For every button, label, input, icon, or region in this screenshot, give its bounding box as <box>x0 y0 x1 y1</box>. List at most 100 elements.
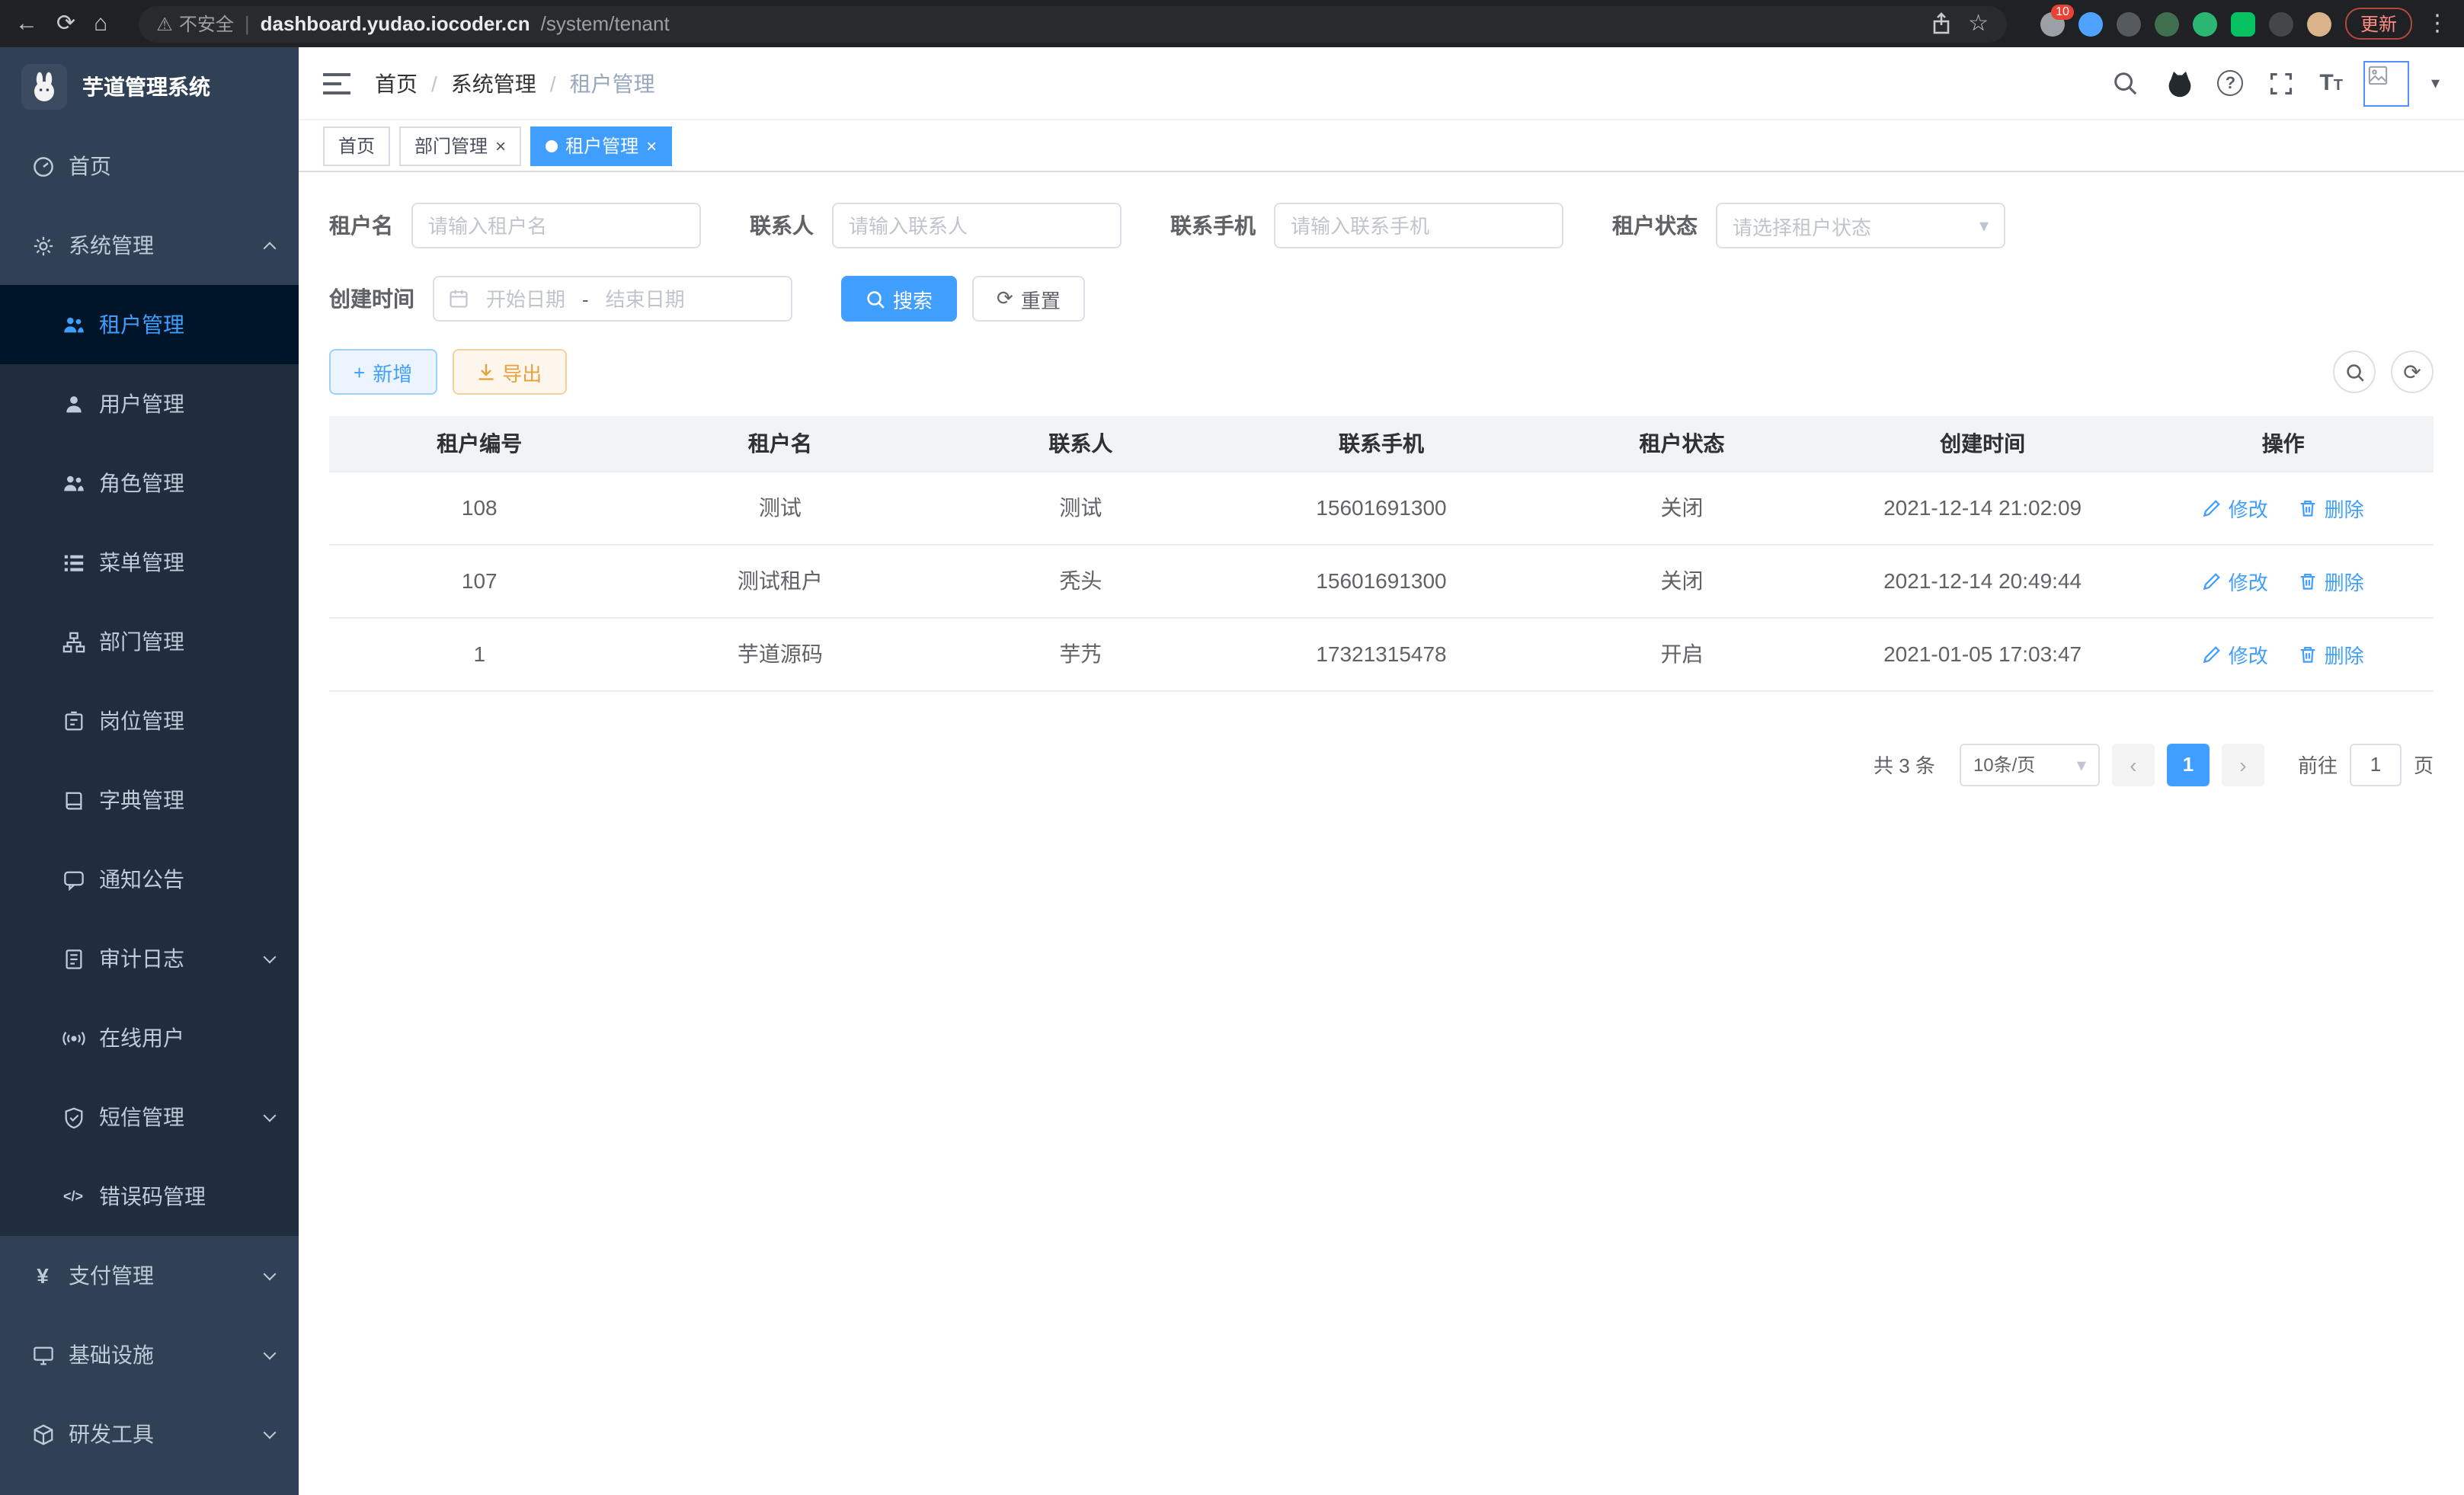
reset-button[interactable]: ⟳ 重置 <box>972 276 1085 322</box>
tab-dept[interactable]: 部门管理 × <box>399 126 521 165</box>
add-button-label: 新增 <box>373 357 412 386</box>
fullscreen-icon[interactable] <box>2264 66 2298 100</box>
date-end-input[interactable] <box>595 287 696 310</box>
profile-avatar-icon[interactable] <box>2307 11 2331 36</box>
user-icon <box>61 392 85 416</box>
delete-button[interactable]: 删除 <box>2299 493 2364 522</box>
sidebar-submenu-system: 租户管理 用户管理 角色管理 <box>0 285 299 1236</box>
font-size-icon[interactable]: TT <box>2319 70 2343 96</box>
avatar-caret-icon[interactable]: ▾ <box>2431 73 2440 93</box>
page-size-select[interactable]: 10条/页 ▾ <box>1960 743 2100 786</box>
breadcrumb-separator: / <box>550 71 556 95</box>
sidebar-item-dict[interactable]: 字典管理 <box>0 760 299 840</box>
tab-close-icon[interactable]: × <box>646 136 657 155</box>
contact-input[interactable] <box>832 203 1122 248</box>
extension-icon[interactable] <box>2117 11 2141 36</box>
tab-home[interactable]: 首页 <box>323 126 390 165</box>
prev-page-button[interactable]: ‹ <box>2112 743 2155 786</box>
sidebar-item-online[interactable]: 在线用户 <box>0 998 299 1077</box>
sidebar-item-post[interactable]: 岗位管理 <box>0 681 299 760</box>
browser-back-icon[interactable]: ← <box>15 12 38 35</box>
edit-button[interactable]: 修改 <box>2203 639 2268 668</box>
toggle-search-button[interactable] <box>2333 351 2376 393</box>
extension-icon[interactable] <box>2078 11 2103 36</box>
help-icon[interactable]: ? <box>2217 70 2243 96</box>
delete-button[interactable]: 删除 <box>2299 639 2364 668</box>
extension-icon[interactable]: 10 <box>2040 11 2065 36</box>
table-row: 107 测试租户 秃头 15601691300 关闭 2021-12-14 20… <box>329 544 2434 617</box>
security-warning[interactable]: ⚠ 不安全 <box>156 11 234 37</box>
browser-refresh-icon[interactable]: ⟳ <box>56 12 75 35</box>
yen-icon: ¥ <box>30 1263 55 1288</box>
breadcrumb-system[interactable]: 系统管理 <box>451 68 536 98</box>
next-page-button[interactable]: › <box>2222 743 2264 786</box>
date-range-picker[interactable]: - <box>433 276 792 322</box>
sidebar-item-label: 短信管理 <box>99 1102 265 1132</box>
tenant-name-input[interactable] <box>411 203 701 248</box>
goto-suffix: 页 <box>2414 750 2434 779</box>
search-icon[interactable] <box>2107 66 2141 100</box>
date-start-input[interactable] <box>475 287 576 310</box>
phone-input[interactable] <box>1274 203 1563 248</box>
add-button[interactable]: + 新增 <box>329 349 437 395</box>
delete-label: 删除 <box>2325 639 2364 668</box>
goto-page-input[interactable] <box>2350 743 2402 786</box>
cell-created: 2021-12-14 21:02:09 <box>1832 471 2133 544</box>
refresh-table-button[interactable]: ⟳ <box>2391 351 2434 393</box>
sidebar-item-role[interactable]: 角色管理 <box>0 443 299 523</box>
sidebar-item-payment[interactable]: ¥ 支付管理 <box>0 1236 299 1315</box>
browser-menu-icon[interactable]: ⋮ <box>2426 12 2449 35</box>
cell-phone: 17321315478 <box>1231 617 1532 690</box>
extension-icon[interactable] <box>2231 11 2255 36</box>
extension-icon[interactable] <box>2193 11 2217 36</box>
sidebar-item-tenant[interactable]: 租户管理 <box>0 285 299 364</box>
sidebar-item-errorcode[interactable]: </> 错误码管理 <box>0 1157 299 1236</box>
pencil-icon <box>2203 498 2222 517</box>
tab-close-icon[interactable]: × <box>495 136 506 155</box>
sidebar-item-system[interactable]: 系统管理 <box>0 206 299 285</box>
bookmark-star-icon[interactable]: ☆ <box>1968 12 1989 35</box>
sidebar-collapse-icon[interactable] <box>323 71 350 95</box>
edit-button[interactable]: 修改 <box>2203 493 2268 522</box>
cell-phone: 15601691300 <box>1231 471 1532 544</box>
delete-button[interactable]: 删除 <box>2299 566 2364 595</box>
cell-created: 2021-12-14 20:49:44 <box>1832 544 2133 617</box>
sidebar-item-notice[interactable]: 通知公告 <box>0 840 299 919</box>
app-logo[interactable]: 芋道管理系统 <box>0 47 299 126</box>
badge-icon <box>61 709 85 733</box>
create-time-label: 创建时间 <box>329 283 414 314</box>
github-icon[interactable] <box>2162 66 2196 100</box>
browser-home-icon[interactable]: ⌂ <box>94 12 107 35</box>
tab-tenant[interactable]: 租户管理 × <box>530 126 672 165</box>
sidebar-item-menu[interactable]: 菜单管理 <box>0 523 299 602</box>
monitor-icon <box>30 1343 55 1367</box>
sidebar-item-devtools[interactable]: 研发工具 <box>0 1394 299 1474</box>
avatar[interactable] <box>2364 60 2410 106</box>
edit-button[interactable]: 修改 <box>2203 566 2268 595</box>
sidebar-item-infra[interactable]: 基础设施 <box>0 1315 299 1394</box>
share-icon[interactable] <box>1924 7 1957 40</box>
trash-icon <box>2299 644 2318 664</box>
sidebar-item-sms[interactable]: 短信管理 <box>0 1077 299 1157</box>
sidebar-item-user[interactable]: 用户管理 <box>0 364 299 443</box>
export-button[interactable]: 导出 <box>452 349 566 395</box>
sidebar-item-auditlog[interactable]: 审计日志 <box>0 919 299 998</box>
status-select[interactable]: 请选择租户状态 ▾ <box>1716 203 2005 248</box>
filter-row-2: 创建时间 - 搜索 ⟳ 重置 <box>329 276 2434 322</box>
sidebar-item-dept[interactable]: 部门管理 <box>0 602 299 681</box>
sidebar-item-home[interactable]: 首页 <box>0 126 299 206</box>
breadcrumb-separator: / <box>431 71 437 95</box>
document-icon <box>61 946 85 971</box>
search-button[interactable]: 搜索 <box>841 276 957 322</box>
warning-icon: ⚠ <box>156 13 173 34</box>
breadcrumb-home[interactable]: 首页 <box>375 68 418 98</box>
dashboard-icon <box>30 154 55 178</box>
address-bar[interactable]: ⚠ 不安全 | dashboard.yudao.iocoder.cn /syst… <box>138 5 2007 42</box>
status-label: 租户状态 <box>1612 210 1698 241</box>
puzzle-extension-icon[interactable] <box>2269 11 2293 36</box>
chrome-update-button[interactable]: 更新 <box>2345 8 2412 40</box>
chevron-up-icon <box>264 242 277 255</box>
table-header-cell: 创建时间 <box>1832 416 2133 471</box>
page-number-button[interactable]: 1 <box>2167 743 2210 786</box>
extension-icon[interactable] <box>2155 11 2179 36</box>
